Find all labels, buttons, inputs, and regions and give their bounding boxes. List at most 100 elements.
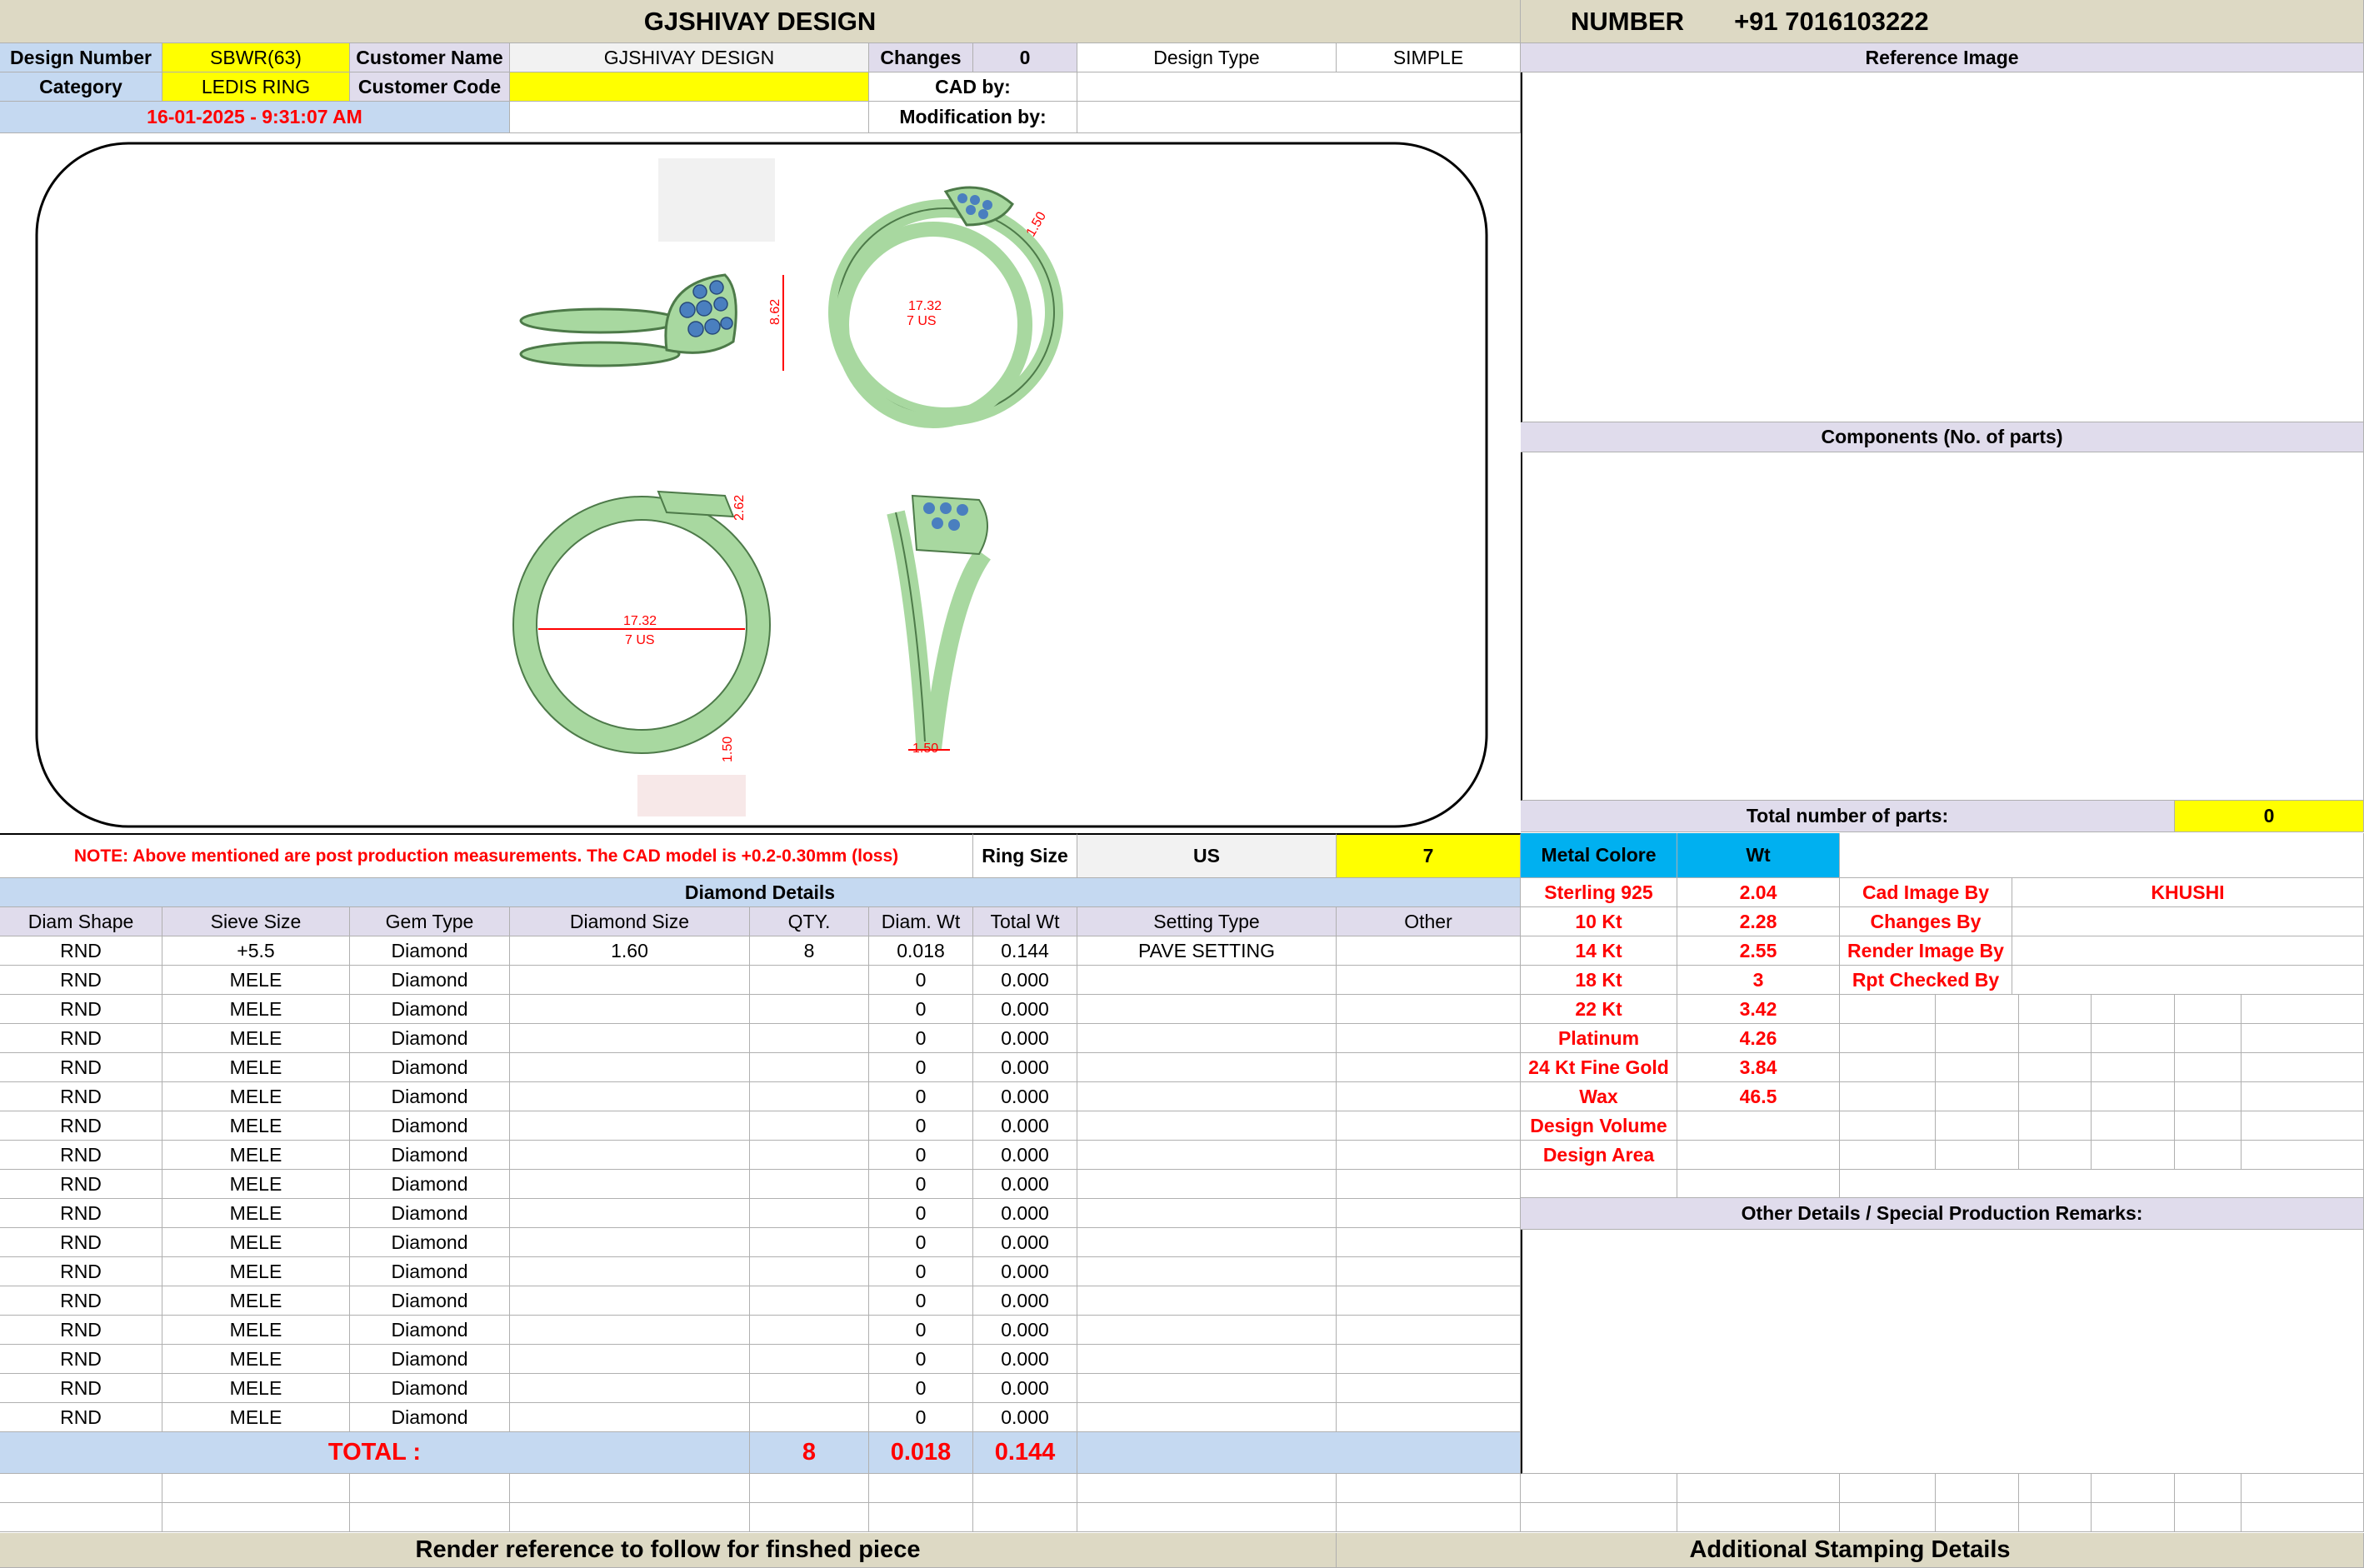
diamond-cell[interactable] [1077, 1024, 1337, 1053]
diamond-cell[interactable]: 8 [750, 936, 869, 966]
diamond-cell[interactable] [1337, 1141, 1521, 1170]
diamond-cell[interactable] [1337, 1053, 1521, 1082]
diamond-cell[interactable]: 0.000 [973, 966, 1077, 995]
blank-cell[interactable] [350, 1503, 510, 1532]
blank-cell[interactable] [1840, 1111, 1936, 1141]
blank-cell[interactable] [1936, 1141, 2019, 1170]
blank-cell[interactable] [973, 1474, 1077, 1503]
diamond-cell[interactable] [750, 995, 869, 1024]
diamond-cell[interactable] [510, 1111, 750, 1141]
diamond-cell[interactable]: MELE [162, 1257, 350, 1286]
diamond-cell[interactable]: Diamond [350, 1082, 510, 1111]
diamond-cell[interactable]: 0 [869, 1316, 973, 1345]
diamond-cell[interactable]: RND [0, 995, 162, 1024]
diamond-cell[interactable] [1077, 1257, 1337, 1286]
blank-cell[interactable] [162, 1503, 350, 1532]
diamond-cell[interactable]: 0 [869, 966, 973, 995]
blank-cell[interactable] [1840, 1053, 1936, 1082]
diamond-cell[interactable] [1337, 936, 1521, 966]
customer-code-field[interactable] [510, 72, 869, 102]
blank-cell[interactable] [1936, 1111, 2019, 1141]
diamond-cell[interactable]: RND [0, 1199, 162, 1228]
design-number-field[interactable]: SBWR(63) [162, 43, 350, 72]
blank-cell[interactable] [2175, 1474, 2242, 1503]
diamond-cell[interactable]: 0.000 [973, 1403, 1077, 1432]
diamond-cell[interactable]: PAVE SETTING [1077, 936, 1337, 966]
diamond-cell[interactable]: RND [0, 1082, 162, 1111]
metal-weight[interactable]: 2.55 [1677, 936, 1840, 966]
diamond-cell[interactable] [1077, 1199, 1337, 1228]
diamond-cell[interactable] [1077, 1286, 1337, 1316]
cad-by-field[interactable] [1077, 72, 1521, 102]
blank-cell[interactable] [2092, 1024, 2175, 1053]
diamond-cell[interactable]: MELE [162, 966, 350, 995]
diamond-cell[interactable]: 0 [869, 995, 973, 1024]
blank-cell[interactable] [1840, 1503, 1936, 1532]
blank-cell[interactable] [2019, 1053, 2092, 1082]
diamond-cell[interactable]: Diamond [350, 1286, 510, 1316]
diamond-cell[interactable]: MELE [162, 1228, 350, 1257]
metal-weight[interactable]: 46.5 [1677, 1082, 1840, 1111]
blank-cell[interactable] [973, 1503, 1077, 1532]
diamond-cell[interactable]: 0 [869, 1228, 973, 1257]
diamond-cell[interactable]: Diamond [350, 1257, 510, 1286]
blank-cell[interactable] [2242, 1111, 2364, 1141]
diamond-cell[interactable]: 0 [869, 1024, 973, 1053]
diamond-cell[interactable] [510, 966, 750, 995]
blank-cell[interactable] [2092, 995, 2175, 1024]
blank-cell[interactable] [162, 1474, 350, 1503]
blank-cell[interactable] [2242, 1141, 2364, 1170]
diamond-cell[interactable] [510, 1024, 750, 1053]
diamond-cell[interactable] [1337, 995, 1521, 1024]
blank-cell[interactable] [2175, 1141, 2242, 1170]
blank-cell[interactable] [510, 1503, 750, 1532]
diamond-cell[interactable]: RND [0, 1141, 162, 1170]
blank-cell[interactable] [869, 1474, 973, 1503]
diamond-cell[interactable]: 0.000 [973, 1141, 1077, 1170]
diamond-cell[interactable]: Diamond [350, 1111, 510, 1141]
category-field[interactable]: LEDIS RING [162, 72, 350, 102]
diamond-cell[interactable]: Diamond [350, 1228, 510, 1257]
diamond-cell[interactable]: MELE [162, 1316, 350, 1345]
metal-weight[interactable] [1677, 1111, 1840, 1141]
diamond-cell[interactable] [510, 995, 750, 1024]
diamond-cell[interactable]: 0.000 [973, 1053, 1077, 1082]
diamond-cell[interactable] [510, 1199, 750, 1228]
diamond-cell[interactable]: RND [0, 1257, 162, 1286]
diamond-cell[interactable] [510, 1403, 750, 1432]
diamond-cell[interactable]: RND [0, 1286, 162, 1316]
metal-weight[interactable]: 2.04 [1677, 878, 1840, 907]
blank-cell[interactable] [2175, 995, 2242, 1024]
diamond-cell[interactable]: Diamond [350, 1403, 510, 1432]
diamond-cell[interactable]: 0.000 [973, 1024, 1077, 1053]
diamond-cell[interactable]: MELE [162, 1024, 350, 1053]
blank-cell[interactable] [2242, 1053, 2364, 1082]
diamond-cell[interactable]: Diamond [350, 966, 510, 995]
total-parts-value[interactable]: 0 [2175, 801, 2364, 832]
diamond-cell[interactable]: MELE [162, 995, 350, 1024]
diamond-cell[interactable]: 0 [869, 1199, 973, 1228]
diamond-cell[interactable]: 0 [869, 1053, 973, 1082]
blank-cell[interactable] [2242, 1503, 2364, 1532]
blank-cell[interactable] [2019, 1082, 2092, 1111]
diamond-cell[interactable]: 0 [869, 1141, 973, 1170]
diamond-cell[interactable]: Diamond [350, 1345, 510, 1374]
blank-cell[interactable] [1840, 1170, 2364, 1198]
diamond-cell[interactable] [510, 1374, 750, 1403]
diamond-cell[interactable] [750, 1316, 869, 1345]
diamond-cell[interactable]: MELE [162, 1374, 350, 1403]
blank-cell[interactable] [1677, 1170, 1840, 1198]
diamond-cell[interactable] [750, 1286, 869, 1316]
blank-cell[interactable] [2019, 1141, 2092, 1170]
blank-cell[interactable] [2175, 1082, 2242, 1111]
diamond-cell[interactable]: Diamond [350, 1053, 510, 1082]
diamond-cell[interactable]: MELE [162, 1053, 350, 1082]
diamond-cell[interactable] [1337, 1170, 1521, 1199]
modification-by-field[interactable] [1077, 102, 1521, 133]
changes-field[interactable]: 0 [973, 43, 1077, 72]
blank-cell[interactable] [2092, 1474, 2175, 1503]
diamond-cell[interactable]: RND [0, 936, 162, 966]
metal-weight[interactable]: 4.26 [1677, 1024, 1840, 1053]
blank-cell[interactable] [750, 1503, 869, 1532]
diamond-cell[interactable]: 0 [869, 1345, 973, 1374]
